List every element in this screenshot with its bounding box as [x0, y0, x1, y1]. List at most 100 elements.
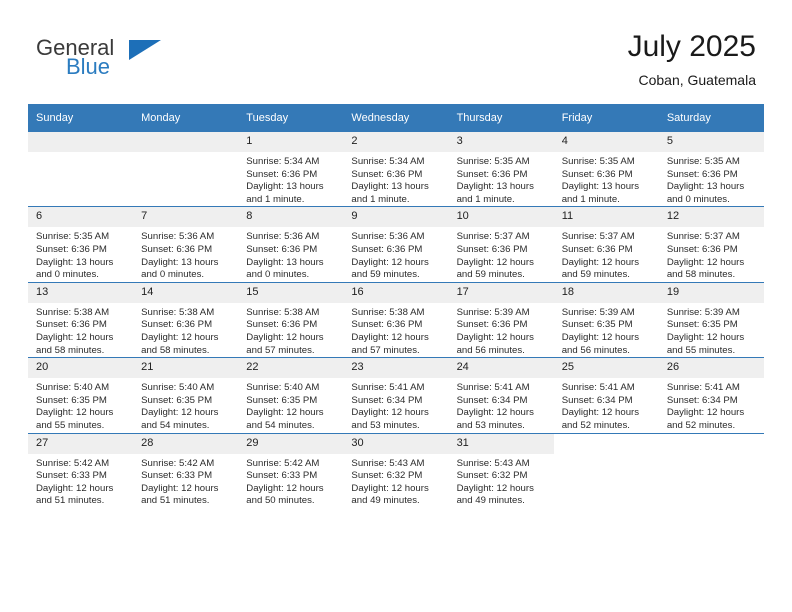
calendar-day-cell[interactable]: 21 Sunrise: 5:40 AM Sunset: 6:35 PM Dayligh… [133, 357, 239, 433]
day-number: 28 [133, 433, 239, 454]
daylight-text-line1: Daylight: 13 hours [36, 256, 114, 268]
sunset-text: Sunset: 6:35 PM [36, 394, 107, 406]
calendar-day-cell[interactable]: 16 Sunrise: 5:38 AM Sunset: 6:36 PM Dayligh… [343, 281, 449, 358]
sunset-text: Sunset: 6:33 PM [246, 470, 318, 482]
daylight-text-line1: Daylight: 12 hours [351, 256, 429, 268]
sunrise-text: Sunrise: 5:37 AM [666, 231, 740, 243]
calendar-day-cell[interactable]: 15 Sunrise: 5:38 AM Sunset: 6:36 PM Dayligh… [238, 281, 344, 358]
calendar-day-cell[interactable]: 25 Sunrise: 5:41 AM Sunset: 6:34 PM Dayligh… [553, 357, 659, 433]
calendar-day-cell[interactable]: 1 Sunrise: 5:34 AM Sunset: 6:36 PM Daylight… [238, 132, 344, 207]
calendar-day-cell-empty [133, 132, 239, 207]
sunset-text: Sunset: 6:34 PM [561, 394, 633, 406]
day-info: Sunrise: 5:39 AM Sunset: 6:35 PM Daylight:… [554, 303, 659, 357]
sunrise-text: Sunrise: 5:39 AM [561, 306, 635, 318]
calendar-day-cell[interactable]: 9 Sunrise: 5:36 AM Sunset: 6:36 PM Daylight… [343, 206, 449, 283]
calendar-day-cell[interactable]: 20 Sunrise: 5:40 AM Sunset: 6:35 PM Dayligh… [28, 357, 134, 433]
day-info: Sunrise: 5:42 AM Sunset: 6:33 PM Daylight:… [28, 454, 133, 508]
calendar-day-cell[interactable]: 11 Sunrise: 5:37 AM Sunset: 6:36 PM Dayligh… [553, 206, 659, 283]
daylight-text-line1: Daylight: 12 hours [141, 482, 219, 494]
daylight-text-line1: Daylight: 12 hours [351, 482, 429, 494]
page-header: General Blue July 2025 Coban, Guatemala [0, 0, 792, 100]
sunset-text: Sunset: 6:36 PM [36, 319, 107, 331]
calendar-day-cell[interactable]: 28 Sunrise: 5:42 AM Sunset: 6:33 PM Dayligh… [133, 432, 239, 508]
daylight-text-line1: Daylight: 12 hours [456, 482, 534, 494]
calendar-day-cell[interactable]: 27 Sunrise: 5:42 AM Sunset: 6:33 PM Dayligh… [28, 432, 134, 508]
day-number: 4 [553, 132, 659, 152]
sunrise-text: Sunrise: 5:35 AM [561, 156, 635, 167]
daylight-text-line2: and 52 minutes. [666, 419, 736, 431]
day-info: Sunrise: 5:41 AM Sunset: 6:34 PM Daylight:… [343, 378, 448, 432]
daylight-text-line1: Daylight: 12 hours [246, 407, 324, 419]
calendar-day-cell[interactable]: 23 Sunrise: 5:41 AM Sunset: 6:34 PM Dayligh… [343, 357, 449, 433]
day-number: 15 [238, 282, 344, 303]
sunrise-text: Sunrise: 5:42 AM [36, 457, 110, 469]
day-info: Sunrise: 5:40 AM Sunset: 6:35 PM Daylight:… [238, 378, 343, 432]
calendar-day-cell[interactable]: 4 Sunrise: 5:35 AM Sunset: 6:36 PM Daylight… [553, 132, 659, 207]
calendar-day-cell[interactable]: 22 Sunrise: 5:40 AM Sunset: 6:35 PM Dayligh… [238, 357, 344, 433]
calendar-day-cell[interactable]: 26 Sunrise: 5:41 AM Sunset: 6:34 PM Dayligh… [658, 357, 764, 433]
daylight-text-line2: and 0 minutes. [36, 269, 99, 281]
calendar-day-cell[interactable]: 17 Sunrise: 5:39 AM Sunset: 6:36 PM Dayligh… [448, 281, 554, 358]
day-info: Sunrise: 5:39 AM Sunset: 6:36 PM Daylight:… [449, 303, 554, 357]
day-number: 31 [448, 433, 554, 454]
day-number: 18 [553, 282, 659, 303]
weekday-header-saturday: Saturday [658, 104, 764, 132]
calendar-week-row: 20 Sunrise: 5:40 AM Sunset: 6:35 PM Dayligh… [28, 357, 764, 433]
daylight-text-line1: Daylight: 12 hours [561, 256, 640, 268]
daylight-text-line2: and 59 minutes. [561, 269, 630, 281]
day-info: Sunrise: 5:38 AM Sunset: 6:36 PM Daylight:… [343, 303, 448, 357]
daylight-text-line2: and 59 minutes. [351, 269, 420, 281]
sunrise-text: Sunrise: 5:42 AM [141, 457, 215, 469]
calendar-day-cell[interactable]: 2 Sunrise: 5:34 AM Sunset: 6:36 PM Daylight… [343, 132, 449, 207]
day-info: Sunrise: 5:35 AM Sunset: 6:36 PM Daylight:… [659, 152, 764, 206]
day-info: Sunrise: 5:36 AM Sunset: 6:36 PM Daylight:… [238, 227, 343, 281]
daylight-text-line1: Daylight: 13 hours [246, 181, 324, 193]
daylight-text-line2: and 56 minutes. [561, 344, 630, 356]
daylight-text-line2: and 1 minute. [351, 193, 410, 205]
daylight-text-line1: Daylight: 12 hours [666, 256, 745, 268]
daylight-text-line2: and 50 minutes. [246, 495, 315, 507]
calendar-day-cell[interactable]: 12 Sunrise: 5:37 AM Sunset: 6:36 PM Dayligh… [658, 206, 764, 283]
day-number [28, 132, 134, 152]
day-number: 7 [133, 207, 239, 228]
calendar-day-cell[interactable]: 19 Sunrise: 5:39 AM Sunset: 6:35 PM Dayligh… [658, 281, 764, 358]
calendar-day-cell[interactable]: 31 Sunrise: 5:43 AM Sunset: 6:32 PM Dayligh… [448, 432, 554, 508]
sunrise-text: Sunrise: 5:38 AM [36, 306, 110, 318]
calendar-day-cell[interactable]: 6 Sunrise: 5:35 AM Sunset: 6:36 PM Daylight… [28, 206, 134, 283]
sunset-text: Sunset: 6:36 PM [246, 319, 318, 331]
daylight-text-line2: and 51 minutes. [36, 495, 105, 507]
calendar-day-cell[interactable]: 10 Sunrise: 5:37 AM Sunset: 6:36 PM Dayligh… [448, 206, 554, 283]
calendar-day-cell[interactable]: 7 Sunrise: 5:36 AM Sunset: 6:36 PM Daylight… [133, 206, 239, 283]
daylight-text-line2: and 1 minute. [561, 193, 620, 205]
day-info: Sunrise: 5:40 AM Sunset: 6:35 PM Daylight:… [28, 378, 133, 432]
calendar-day-cell[interactable]: 18 Sunrise: 5:39 AM Sunset: 6:35 PM Dayligh… [553, 281, 659, 358]
daylight-text-line2: and 54 minutes. [141, 419, 210, 431]
daylight-text-line1: Daylight: 12 hours [141, 331, 219, 343]
calendar-day-cell[interactable]: 24 Sunrise: 5:41 AM Sunset: 6:34 PM Dayligh… [448, 357, 554, 433]
sunset-text: Sunset: 6:36 PM [246, 243, 318, 255]
general-blue-logo: General Blue [36, 36, 166, 88]
calendar-day-cell[interactable]: 14 Sunrise: 5:38 AM Sunset: 6:36 PM Dayligh… [133, 281, 239, 358]
calendar-day-cell[interactable]: 5 Sunrise: 5:35 AM Sunset: 6:36 PM Daylight… [658, 132, 764, 207]
sunset-text: Sunset: 6:34 PM [351, 394, 423, 406]
calendar-day-cell[interactable]: 13 Sunrise: 5:38 AM Sunset: 6:36 PM Dayligh… [28, 281, 134, 358]
sunset-text: Sunset: 6:34 PM [456, 394, 528, 406]
calendar-day-cell[interactable]: 3 Sunrise: 5:35 AM Sunset: 6:36 PM Daylight… [448, 132, 554, 207]
calendar-day-cell[interactable]: 29 Sunrise: 5:42 AM Sunset: 6:33 PM Dayligh… [238, 432, 344, 508]
daylight-text-line1: Daylight: 12 hours [456, 407, 534, 419]
day-info: Sunrise: 5:37 AM Sunset: 6:36 PM Daylight:… [659, 227, 764, 281]
sunrise-text: Sunrise: 5:35 AM [36, 231, 110, 243]
calendar-day-cell[interactable]: 30 Sunrise: 5:43 AM Sunset: 6:32 PM Dayligh… [343, 432, 449, 508]
sunrise-text: Sunrise: 5:38 AM [246, 306, 320, 318]
day-info: Sunrise: 5:35 AM Sunset: 6:36 PM Daylight:… [449, 152, 554, 206]
day-number: 27 [28, 433, 134, 454]
sunset-text: Sunset: 6:36 PM [456, 168, 528, 180]
sunrise-text: Sunrise: 5:40 AM [246, 382, 320, 394]
sunrise-text: Sunrise: 5:43 AM [351, 457, 425, 469]
day-number: 17 [448, 282, 554, 303]
day-info: Sunrise: 5:43 AM Sunset: 6:32 PM Daylight:… [343, 454, 448, 508]
calendar-day-cell[interactable]: 8 Sunrise: 5:36 AM Sunset: 6:36 PM Daylight… [238, 206, 344, 283]
sunset-text: Sunset: 6:33 PM [141, 470, 213, 482]
sunrise-text: Sunrise: 5:36 AM [351, 231, 425, 243]
day-info: Sunrise: 5:36 AM Sunset: 6:36 PM Daylight:… [343, 227, 448, 281]
